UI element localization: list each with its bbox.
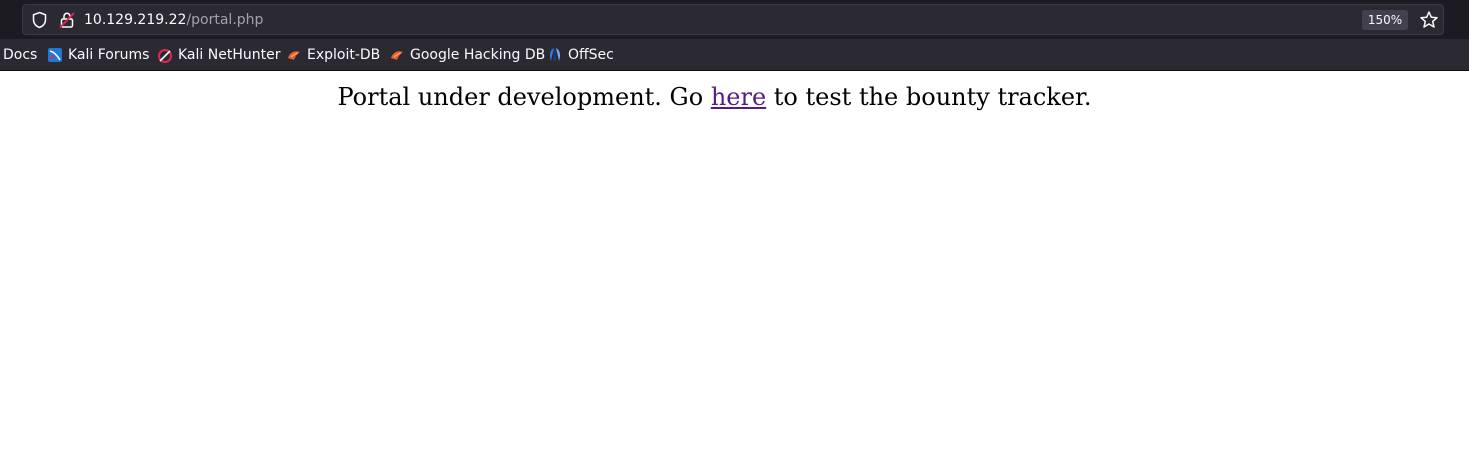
kali-nethunter-icon: [158, 49, 172, 63]
bookmark-docs[interactable]: Docs: [3, 45, 37, 65]
url-path: /portal.php: [186, 12, 264, 28]
url-text[interactable]: 10.129.219.22/portal.php: [84, 11, 263, 29]
bookmark-kali-nethunter[interactable]: Kali NetHunter: [157, 45, 280, 65]
bookmark-label: Exploit-DB: [307, 47, 381, 63]
exploit-db-icon: [288, 51, 300, 60]
zoom-level-badge[interactable]: 150%: [1362, 10, 1408, 30]
browser-chrome: 10.129.219.22/portal.php 150% Docs Kali …: [0, 0, 1469, 71]
bookmark-exploit-db[interactable]: Exploit-DB: [286, 45, 380, 65]
bookmark-star-icon[interactable]: [1419, 10, 1439, 30]
offsec-icon: [550, 48, 560, 61]
url-bar[interactable]: 10.129.219.22/portal.php 150%: [22, 4, 1444, 35]
shield-icon[interactable]: [31, 11, 48, 29]
message-text-before: Portal under development. Go: [337, 83, 711, 111]
insecure-lock-icon[interactable]: [59, 11, 75, 29]
bookmark-label: Kali NetHunter: [178, 47, 281, 63]
ghdb-icon: [391, 51, 403, 60]
bookmark-label: Docs: [3, 47, 38, 63]
here-link[interactable]: here: [711, 83, 766, 111]
message-text-after: to test the bounty tracker.: [766, 83, 1092, 111]
bookmark-label: Kali Forums: [68, 47, 150, 63]
kali-forums-icon: [48, 48, 62, 62]
navigation-toolbar: 10.129.219.22/portal.php 150%: [0, 0, 1469, 39]
page-content: Portal under development. Go here to tes…: [0, 71, 1469, 449]
bookmark-label: OffSec: [568, 47, 614, 63]
bookmark-label: Google Hacking DB: [410, 47, 546, 63]
bookmark-offsec[interactable]: OffSec: [547, 45, 614, 65]
bookmark-google-hacking-db[interactable]: Google Hacking DB: [389, 45, 545, 65]
url-host: 10.129.219.22: [84, 12, 187, 28]
bookmarks-toolbar: Docs Kali Forums Kali NetHunter Exploit-…: [0, 39, 1469, 71]
portal-message: Portal under development. Go here to tes…: [0, 83, 1429, 111]
bookmark-kali-forums[interactable]: Kali Forums: [47, 45, 149, 65]
